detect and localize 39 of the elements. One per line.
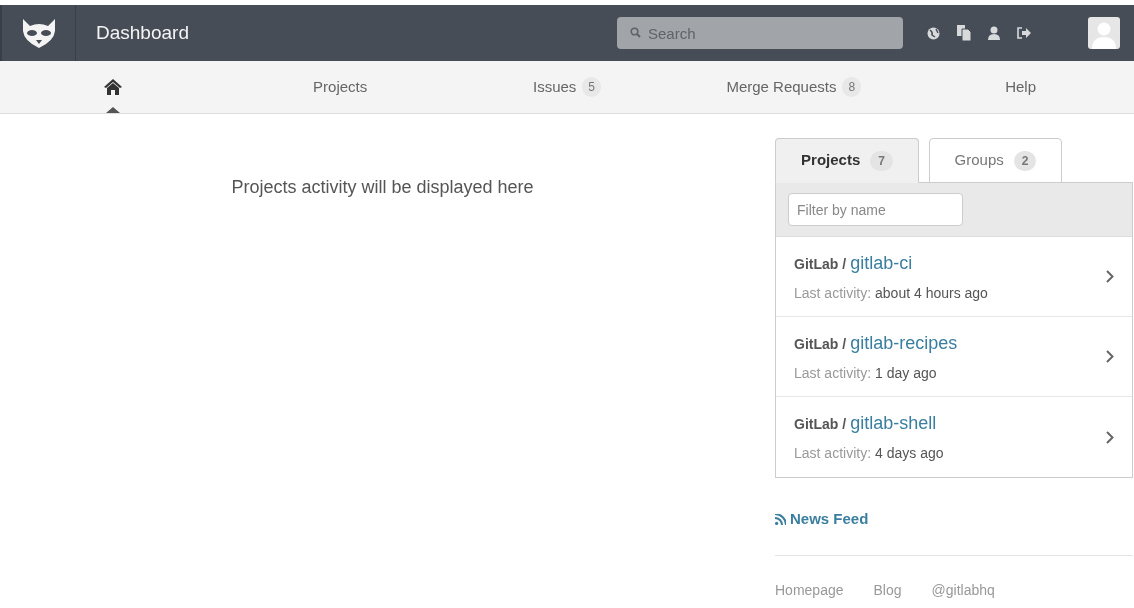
active-indicator <box>106 107 121 113</box>
footer-link[interactable]: @gitlabhq <box>931 579 995 601</box>
project-row[interactable]: GitLab / gitlab-shell Last activity: 4 days ago <box>776 397 1132 477</box>
project-row[interactable]: GitLab / gitlab-recipes Last activity: 1 day ago <box>776 317 1132 397</box>
nav-link[interactable]: Merge Requests 8 <box>726 75 862 99</box>
copy-icon[interactable] <box>957 25 971 41</box>
project-row[interactable]: GitLab / gitlab-ci Last activity: about 4 hours ago <box>776 237 1132 317</box>
nav-link[interactable]: Help <box>1005 75 1036 99</box>
project-name: gitlab-shell <box>850 412 937 435</box>
filter-field[interactable]: Filter by name <box>788 193 963 226</box>
home-icon[interactable] <box>104 79 123 95</box>
search-field[interactable]: Search <box>617 17 903 49</box>
project-name: gitlab-recipes <box>850 331 958 355</box>
activity-label: Last activity: <box>794 363 872 383</box>
activity-label: Last activity: <box>794 444 872 463</box>
chevron-right-icon <box>1106 430 1114 444</box>
search-icon <box>630 27 641 38</box>
project-namespace: GitLab / <box>794 415 847 434</box>
empty-activity-message: Projects activity will be displayed here <box>231 176 534 199</box>
activity-label: Last activity: <box>794 283 872 303</box>
project-namespace: GitLab / <box>794 254 847 274</box>
page-title: Dashboard <box>96 20 189 45</box>
chevron-right-icon <box>1106 350 1114 363</box>
footer-link[interactable]: Blog <box>873 579 902 601</box>
rss-icon <box>775 513 786 525</box>
project-namespace: GitLab / <box>794 334 847 354</box>
sign-out-icon[interactable] <box>1017 27 1031 39</box>
news-feed-link[interactable]: News Feed <box>775 508 1133 531</box>
user-icon[interactable] <box>988 26 1000 40</box>
nav-link[interactable]: Projects <box>313 75 368 99</box>
nav-link[interactable]: Issues 5 <box>532 75 601 99</box>
panel-tab[interactable]: Groups 2 <box>929 138 1062 183</box>
project-name: gitlab-ci <box>850 251 913 275</box>
footer-link[interactable]: Homepage <box>775 579 844 601</box>
panel-tab[interactable]: Projects 7 <box>775 138 919 183</box>
activity-time: 4 days ago <box>875 444 944 463</box>
activity-time: about 4 hours ago <box>875 283 988 303</box>
chevron-right-icon <box>1106 270 1114 283</box>
activity-time: 1 day ago <box>875 363 937 383</box>
